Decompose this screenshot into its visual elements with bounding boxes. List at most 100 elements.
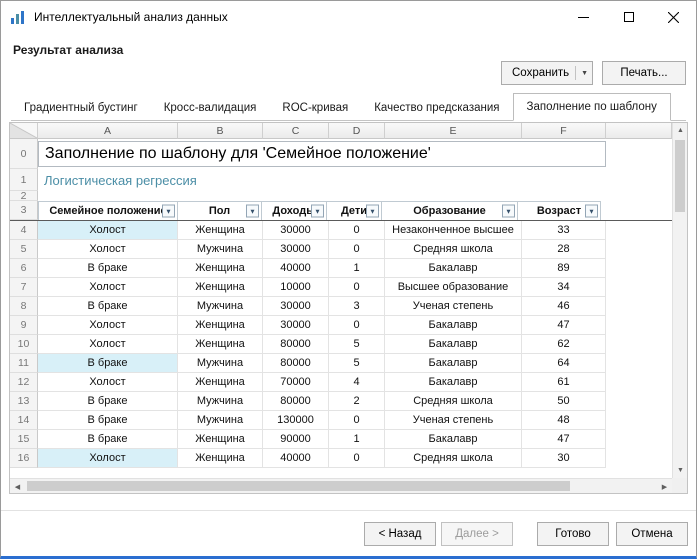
cell-D16[interactable]: 0 (329, 449, 385, 468)
cell-A5[interactable]: Холост (38, 240, 178, 259)
cell-D6[interactable]: 1 (329, 259, 385, 278)
column-header-B[interactable]: B (178, 123, 263, 139)
cell-E9[interactable]: Бакалавр (385, 316, 522, 335)
row-header-16[interactable]: 16 (10, 449, 38, 468)
cell-C8[interactable]: 30000 (263, 297, 329, 316)
grid-corner-cell[interactable] (10, 123, 38, 139)
filter-header-A[interactable]: Семейное положение▾ (38, 201, 178, 220)
cell-F15[interactable]: 47 (522, 430, 606, 449)
vertical-scroll-thumb[interactable] (675, 140, 685, 212)
cell-A14[interactable]: В браке (38, 411, 178, 430)
cell-E12[interactable]: Бакалавр (385, 373, 522, 392)
finish-button[interactable]: Готово (537, 522, 609, 546)
cell-A8[interactable]: В браке (38, 297, 178, 316)
cell-F9[interactable]: 47 (522, 316, 606, 335)
cell-F10[interactable]: 62 (522, 335, 606, 354)
cell-E15[interactable]: Бакалавр (385, 430, 522, 449)
cell-B11[interactable]: Мужчина (178, 354, 263, 373)
cell-F14[interactable]: 48 (522, 411, 606, 430)
cell-D8[interactable]: 3 (329, 297, 385, 316)
cell-C10[interactable]: 80000 (263, 335, 329, 354)
row-header-4[interactable]: 4 (10, 221, 38, 240)
row-header-8[interactable]: 8 (10, 297, 38, 316)
cell-D10[interactable]: 5 (329, 335, 385, 354)
row-header-7[interactable]: 7 (10, 278, 38, 297)
filter-header-C[interactable]: Доходы▾ (261, 201, 327, 220)
cell-F6[interactable]: 89 (522, 259, 606, 278)
cell-B9[interactable]: Женщина (178, 316, 263, 335)
tab-1[interactable]: Градиентный бустинг (11, 97, 151, 120)
scroll-right-icon[interactable]: ▶ (657, 479, 672, 494)
cell-C11[interactable]: 80000 (263, 354, 329, 373)
row-header-1[interactable]: 1 (10, 169, 38, 191)
cell-D15[interactable]: 1 (329, 430, 385, 449)
cell-D11[interactable]: 5 (329, 354, 385, 373)
close-button[interactable] (651, 1, 696, 33)
save-button[interactable]: Сохранить ▼ (501, 61, 593, 85)
row-header-9[interactable]: 9 (10, 316, 38, 335)
cell-F16[interactable]: 30 (522, 449, 606, 468)
cell-C6[interactable]: 40000 (263, 259, 329, 278)
row-header-5[interactable]: 5 (10, 240, 38, 259)
cell-A7[interactable]: Холост (38, 278, 178, 297)
cell-F7[interactable]: 34 (522, 278, 606, 297)
row-header-3[interactable]: 3 (10, 201, 38, 220)
filter-dropdown-icon[interactable]: ▾ (162, 205, 175, 218)
cell-B8[interactable]: Мужчина (178, 297, 263, 316)
cell-F4[interactable]: 33 (522, 221, 606, 240)
cell-A16[interactable]: Холост (38, 449, 178, 468)
back-button[interactable]: < Назад (364, 522, 436, 546)
cell-C15[interactable]: 90000 (263, 430, 329, 449)
cell-C4[interactable]: 30000 (263, 221, 329, 240)
cell-A12[interactable]: Холост (38, 373, 178, 392)
cell-E13[interactable]: Средняя школа (385, 392, 522, 411)
row-header-12[interactable]: 12 (10, 373, 38, 392)
filter-dropdown-icon[interactable]: ▾ (502, 205, 515, 218)
cell-D9[interactable]: 0 (329, 316, 385, 335)
horizontal-scrollbar[interactable]: ◀ ▶ (10, 478, 672, 493)
next-button[interactable]: Далее > (441, 522, 513, 546)
cell-F12[interactable]: 61 (522, 373, 606, 392)
cell-B14[interactable]: Мужчина (178, 411, 263, 430)
column-header-E[interactable]: E (385, 123, 522, 139)
filter-dropdown-icon[interactable]: ▾ (366, 205, 379, 218)
cell-D13[interactable]: 2 (329, 392, 385, 411)
cell-A10[interactable]: Холост (38, 335, 178, 354)
tab-2[interactable]: Кросс-валидация (151, 97, 270, 120)
cell-B4[interactable]: Женщина (178, 221, 263, 240)
row-header-2[interactable]: 2 (10, 191, 38, 201)
filter-dropdown-icon[interactable]: ▾ (311, 205, 324, 218)
row-header-0[interactable]: 0 (10, 139, 38, 169)
filter-header-B[interactable]: Пол▾ (177, 201, 262, 220)
print-button[interactable]: Печать... (602, 61, 686, 85)
cell-E7[interactable]: Высшее образование (385, 278, 522, 297)
cell-B15[interactable]: Женщина (178, 430, 263, 449)
cell-E14[interactable]: Ученая степень (385, 411, 522, 430)
cell-D12[interactable]: 4 (329, 373, 385, 392)
row-header-15[interactable]: 15 (10, 430, 38, 449)
filter-dropdown-icon[interactable]: ▾ (246, 205, 259, 218)
tab-5[interactable]: Заполнение по шаблону (513, 93, 671, 121)
column-header-F[interactable]: F (522, 123, 606, 139)
horizontal-scroll-thumb[interactable] (27, 481, 570, 491)
filter-header-D[interactable]: Дети▾ (326, 201, 382, 220)
minimize-button[interactable] (561, 1, 606, 33)
row-header-10[interactable]: 10 (10, 335, 38, 354)
row-header-6[interactable]: 6 (10, 259, 38, 278)
row-header-13[interactable]: 13 (10, 392, 38, 411)
cell-D14[interactable]: 0 (329, 411, 385, 430)
cell-C13[interactable]: 80000 (263, 392, 329, 411)
cell-C5[interactable]: 30000 (263, 240, 329, 259)
vertical-scrollbar[interactable]: ▲ ▼ (672, 123, 687, 478)
cell-A6[interactable]: В браке (38, 259, 178, 278)
cell-C9[interactable]: 30000 (263, 316, 329, 335)
cell-F11[interactable]: 64 (522, 354, 606, 373)
grid-subtitle-cell[interactable]: Логистическая регрессия (38, 173, 197, 188)
filter-header-E[interactable]: Образование▾ (381, 201, 518, 220)
cell-E8[interactable]: Ученая степень (385, 297, 522, 316)
cell-F8[interactable]: 46 (522, 297, 606, 316)
cell-B10[interactable]: Женщина (178, 335, 263, 354)
cell-A13[interactable]: В браке (38, 392, 178, 411)
cell-F5[interactable]: 28 (522, 240, 606, 259)
column-header-A[interactable]: A (38, 123, 178, 139)
